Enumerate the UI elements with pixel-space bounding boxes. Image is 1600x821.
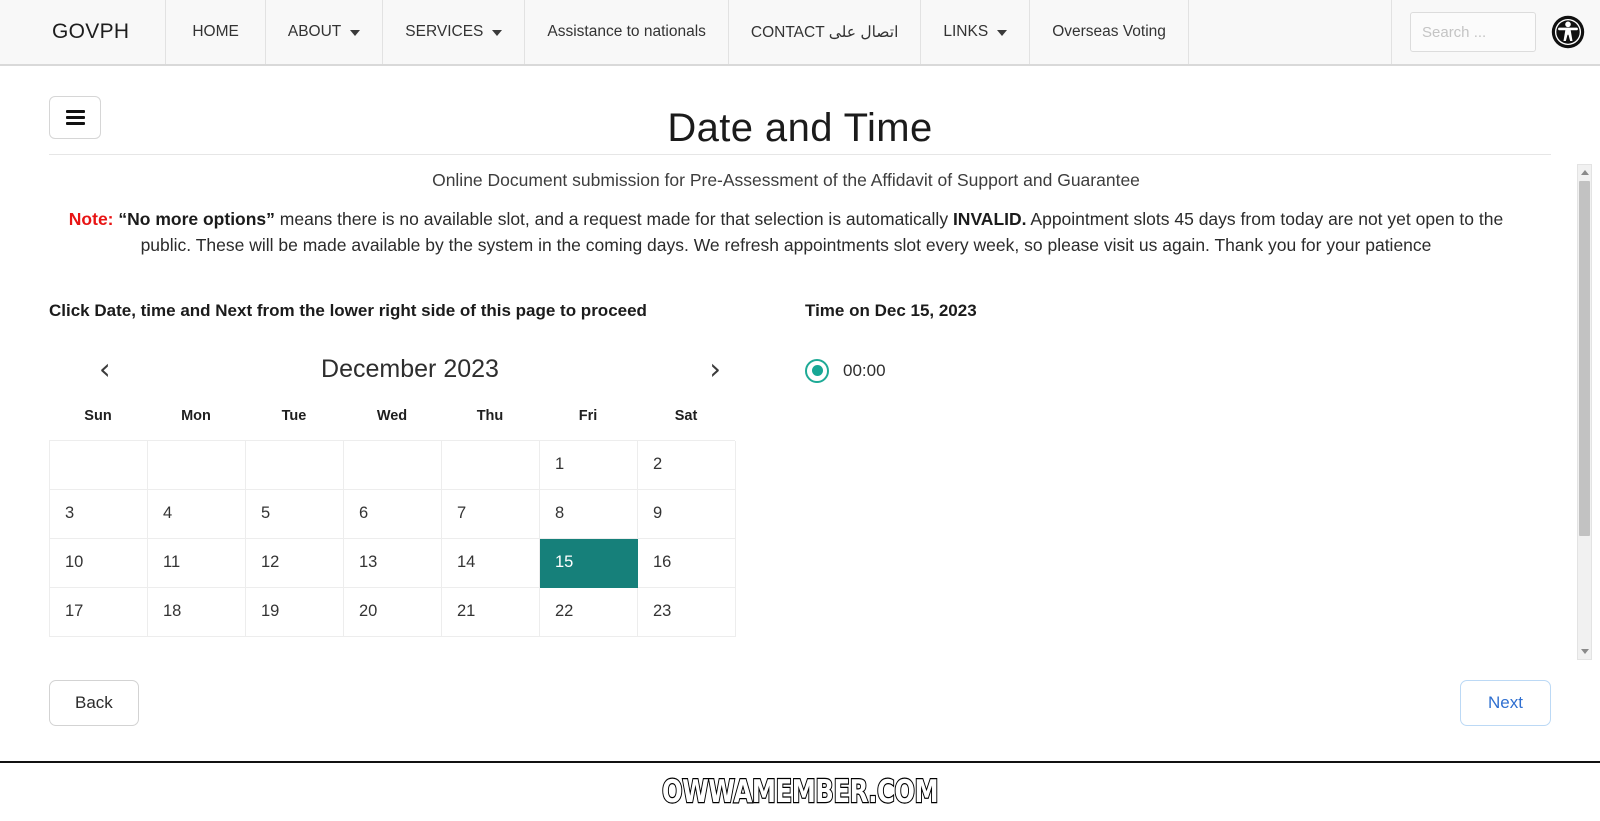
calendar-month-label: December 2023 (321, 354, 499, 383)
calendar-day-cell[interactable]: 14 (442, 538, 540, 588)
calendar-day-cell (148, 440, 246, 490)
nav-label: ABOUT (287, 23, 342, 40)
weekday-label: Fri (578, 407, 598, 424)
sidebar-toggle-button[interactable] (49, 96, 101, 139)
calendar-day-cell-selected[interactable]: 15 (540, 538, 638, 588)
nav-label: HOME (192, 23, 239, 40)
calendar-day-cell[interactable]: 19 (246, 587, 344, 637)
calendar-day-cell[interactable]: 16 (638, 538, 736, 588)
accessibility-icon[interactable] (1550, 14, 1586, 50)
scrollbar-thumb[interactable] (1579, 181, 1590, 536)
time-panel: Time on Dec 15, 2023 00:00 (771, 301, 1523, 637)
content-scrollbar[interactable] (1577, 164, 1592, 660)
search-input[interactable]: Search ... (1410, 12, 1536, 52)
chevron-left-icon[interactable]: ‹ (93, 354, 117, 384)
content-scroll-inner: Online Document submission for Pre-Asses… (0, 156, 1572, 668)
nav-item-contact[interactable]: CONTACT اتصال على (729, 0, 922, 64)
weekday-label: Sat (674, 407, 698, 424)
header-divider (49, 154, 1551, 155)
hamburger-icon (65, 107, 85, 128)
footer-watermark-bar: OWWAMEMBER.COM (0, 761, 1600, 821)
navbar-right-group: Search ... (1392, 0, 1600, 64)
nav-label: CONTACT اتصال على (750, 23, 899, 41)
radio-selected-icon[interactable] (805, 358, 829, 383)
site-brand[interactable]: GOVPH (22, 0, 167, 64)
weekday-label: Sun (84, 407, 112, 424)
note-invalid-text: INVALID. (952, 209, 1027, 229)
calendar-day-cell[interactable]: 20 (344, 587, 442, 637)
page-header: Date and Time (0, 66, 1600, 150)
chevron-down-icon (997, 30, 1008, 36)
nav-label: LINKS (943, 23, 989, 40)
calendar-day-cell[interactable]: 12 (246, 538, 344, 588)
nav-item-services[interactable]: SERVICES (383, 0, 526, 64)
calendar-day-cell[interactable]: 5 (246, 489, 344, 539)
nav-item-about[interactable]: ABOUT (266, 0, 384, 64)
calendar-day-cell[interactable]: 18 (148, 587, 246, 637)
calendar-day-cell (50, 440, 148, 490)
note-paragraph: Note: “No more options” means there is n… (60, 207, 1512, 259)
calendar-day-cell (246, 440, 344, 490)
nav-item-assistance-to-nationals[interactable]: Assistance to nationals (525, 0, 729, 64)
weekday-label: Tue (281, 407, 307, 424)
chevron-down-icon (492, 30, 503, 36)
calendar-day-cell[interactable]: 8 (540, 489, 638, 539)
calendar-day-cell[interactable]: 17 (50, 587, 148, 637)
watermark-text: OWWAMEMBER.COM (661, 773, 940, 811)
scroll-down-arrow-icon[interactable] (1578, 644, 1591, 659)
scroll-up-arrow-icon[interactable] (1578, 165, 1591, 180)
calendar-header: ‹ December 2023 › (49, 354, 771, 384)
navbar-spacer (1189, 0, 1392, 64)
weekday-label: Thu (476, 407, 504, 424)
next-button[interactable]: Next (1460, 680, 1551, 726)
nav-item-home[interactable]: HOME (166, 0, 266, 64)
nav-label: Assistance to nationals (547, 23, 706, 40)
calendar-day-cell[interactable]: 23 (638, 587, 736, 637)
calendar-panel: Click Date, time and Next from the lower… (49, 301, 771, 637)
note-label: Note: (68, 209, 114, 229)
top-navbar: GOVPH HOME ABOUT SERVICES Assistance to … (0, 0, 1600, 66)
calendar-grid: 1 2 3 4 5 6 7 8 9 10 11 12 13 14 15 16 1… (49, 439, 736, 637)
date-time-columns: Click Date, time and Next from the lower… (0, 301, 1572, 637)
time-panel-title: Time on Dec 15, 2023 (805, 300, 977, 320)
nav-item-links[interactable]: LINKS (921, 0, 1031, 64)
form-actions: Back Next (49, 680, 1551, 726)
chevron-down-icon (350, 30, 361, 36)
calendar-day-cell[interactable]: 6 (344, 489, 442, 539)
back-button[interactable]: Back (49, 680, 139, 726)
content-scroll-region: Online Document submission for Pre-Asses… (0, 156, 1600, 668)
calendar-day-cell[interactable]: 22 (540, 587, 638, 637)
content-subtitle: Online Document submission for Pre-Asses… (432, 170, 1140, 190)
calendar-day-cell[interactable]: 10 (50, 538, 148, 588)
calendar-day-cell[interactable]: 9 (638, 489, 736, 539)
calendar-weekday-row: Sun Mon Tue Wed Thu Fri Sat (49, 408, 771, 424)
calendar-day-cell[interactable]: 1 (540, 440, 638, 490)
calendar-day-cell[interactable]: 11 (148, 538, 246, 588)
nav-label: Overseas Voting (1052, 23, 1166, 40)
weekday-label: Wed (376, 407, 408, 424)
time-slot-label: 00:00 (843, 360, 886, 380)
page-title: Date and Time (667, 106, 933, 150)
calendar-day-cell (442, 440, 540, 490)
note-text-part1: means there is no available slot, and a … (274, 209, 953, 229)
calendar-day-cell[interactable]: 13 (344, 538, 442, 588)
calendar-instruction: Click Date, time and Next from the lower… (49, 300, 647, 320)
nav-item-overseas-voting[interactable]: Overseas Voting (1030, 0, 1189, 64)
calendar-day-cell[interactable]: 7 (442, 489, 540, 539)
calendar-day-cell[interactable]: 21 (442, 587, 540, 637)
calendar-day-cell[interactable]: 3 (50, 489, 148, 539)
calendar-day-cell (344, 440, 442, 490)
time-slot-option[interactable]: 00:00 (805, 358, 1523, 383)
nav-label: SERVICES (405, 23, 484, 40)
calendar-day-cell[interactable]: 4 (148, 489, 246, 539)
chevron-right-icon[interactable]: › (703, 354, 727, 384)
note-quoted-text: “No more options” (118, 209, 275, 229)
calendar-day-cell[interactable]: 2 (638, 440, 736, 490)
weekday-label: Mon (181, 407, 211, 424)
